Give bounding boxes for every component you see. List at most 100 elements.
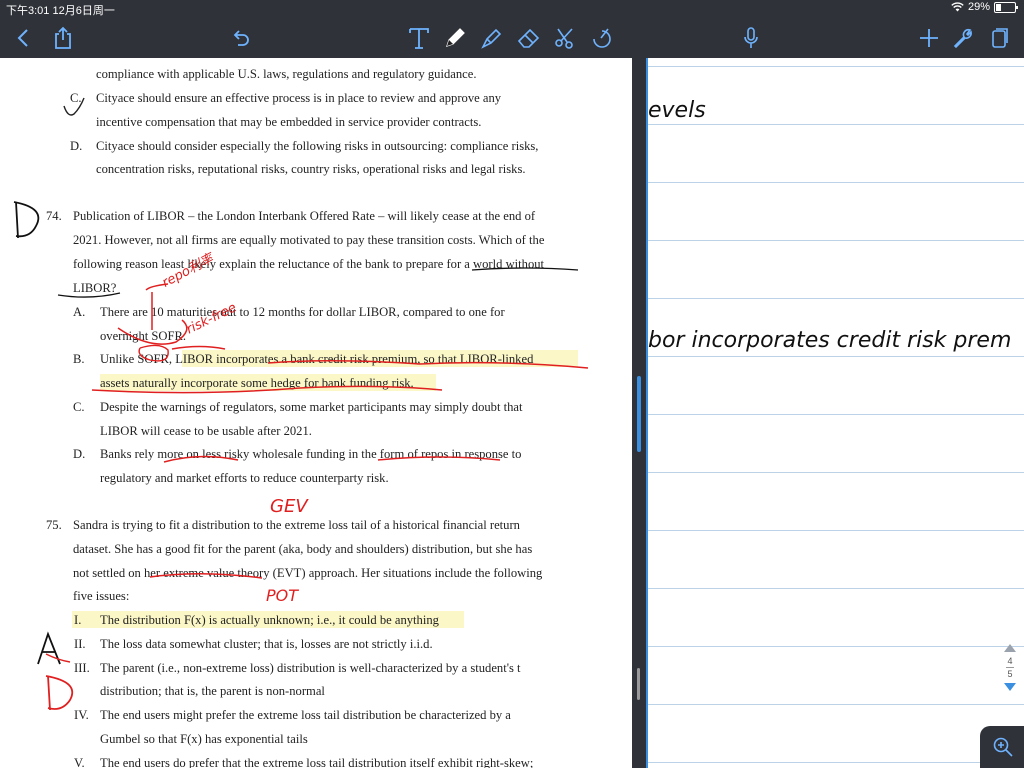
issue-label: V. xyxy=(74,756,85,768)
shape-tool-icon xyxy=(593,28,611,48)
issue-label: IV. xyxy=(74,708,89,722)
doc-line: incentive compensation that may be embed… xyxy=(96,115,482,129)
doc-line: five issues: xyxy=(73,589,130,603)
settings-button[interactable] xyxy=(948,22,978,54)
undo-icon xyxy=(233,30,249,46)
doc-line: The loss data somewhat cluster; that is,… xyxy=(100,637,433,651)
option-label: D. xyxy=(73,447,86,461)
back-button[interactable] xyxy=(9,22,39,54)
doc-line: 2021. However, not all firms are equally… xyxy=(73,233,545,247)
doc-line: There are 10 maturities out to 12 months… xyxy=(100,305,505,319)
pen-tool-button[interactable] xyxy=(440,22,470,54)
add-page-button[interactable] xyxy=(914,22,944,54)
status-indicators: 29% xyxy=(951,1,1018,13)
zoom-in-icon xyxy=(993,737,1013,757)
option-label: C. xyxy=(73,400,85,414)
option-label: B. xyxy=(73,352,85,366)
settings-icon xyxy=(953,28,972,49)
highlighter-icon xyxy=(481,28,502,49)
issue-label: I. xyxy=(74,613,82,627)
eraser-icon xyxy=(517,28,540,48)
doc-line: assets naturally incorporate some hedge … xyxy=(100,376,414,390)
shape-tool-button[interactable] xyxy=(586,22,616,54)
doc-line: Unlike SOFR, LIBOR incorporates a bank c… xyxy=(100,352,534,366)
page-rule xyxy=(648,298,1024,299)
current-page: 4 xyxy=(1007,656,1013,666)
doc-line: Cityace should ensure an effective proce… xyxy=(96,91,502,105)
issue-label: II. xyxy=(74,637,86,651)
handwritten-answer-75b: D xyxy=(46,674,47,675)
share-button[interactable] xyxy=(48,22,78,54)
option-label: A. xyxy=(73,305,86,319)
doc-line: Despite the warnings of regulators, some… xyxy=(100,400,523,414)
page-separator xyxy=(1006,667,1014,668)
doc-line: The parent (i.e., non-extreme loss) dist… xyxy=(100,661,521,675)
share-icon xyxy=(55,26,71,49)
back-icon xyxy=(17,29,28,47)
doc-line: not settled on her extreme value theory … xyxy=(73,566,543,580)
page-rule xyxy=(648,472,1024,473)
divider-handle[interactable] xyxy=(637,668,640,700)
pen-tool-icon xyxy=(446,28,465,47)
total-pages: 5 xyxy=(1007,669,1013,679)
handwritten-answer-75a: A xyxy=(36,632,37,633)
doc-line: overnight SOFR. xyxy=(100,329,187,343)
undo-button[interactable] xyxy=(226,22,256,54)
pdf-document-pane[interactable]: compliance with applicable U.S. laws, re… xyxy=(0,58,632,768)
doc-line: dataset. She has a good fit for the pare… xyxy=(73,542,533,556)
page-rule xyxy=(648,66,1024,67)
text-tool-button[interactable] xyxy=(404,22,434,54)
page-rule xyxy=(648,356,1024,357)
doc-line: regulatory and market efforts to reduce … xyxy=(100,471,389,485)
doc-line: Gumbel so that F(x) has exponential tail… xyxy=(100,732,308,746)
issue-label: III. xyxy=(74,661,90,675)
option-label: C. xyxy=(70,91,82,105)
doc-line: Banks rely more on less risky wholesale … xyxy=(100,447,522,461)
zoom-button[interactable] xyxy=(980,726,1024,768)
battery-icon xyxy=(994,1,1018,13)
option-label: D. xyxy=(70,139,83,153)
battery-percent: 29% xyxy=(967,1,990,13)
doc-line: The end users might prefer the extreme l… xyxy=(100,708,511,722)
page-rule xyxy=(648,588,1024,589)
page-indicator: 4 5 xyxy=(1002,644,1018,691)
text-tool-icon xyxy=(409,28,429,49)
notebook-scrollbar[interactable] xyxy=(637,376,641,452)
next-page-icon[interactable] xyxy=(1004,683,1016,691)
microphone-button[interactable] xyxy=(736,22,766,54)
doc-line: Publication of LIBOR – the London Interb… xyxy=(73,209,536,223)
handwritten-text: bor incorporates credit risk prem xyxy=(648,328,1012,353)
page-rule xyxy=(648,240,1024,241)
previous-page-icon[interactable] xyxy=(1004,644,1016,652)
question-number: 75. xyxy=(46,518,62,532)
handwritten-note-gev: GEV xyxy=(270,496,308,517)
lasso-icon xyxy=(555,28,573,49)
highlighter-tool-button[interactable] xyxy=(477,22,507,54)
page-rule xyxy=(648,182,1024,183)
eraser-tool-button[interactable] xyxy=(514,22,544,54)
page-rule xyxy=(648,646,1024,647)
doc-line: Cityace should consider especially the f… xyxy=(96,139,539,153)
page-rule xyxy=(648,124,1024,125)
add-page-icon xyxy=(920,29,938,47)
doc-line: distribution; that is, the parent is non… xyxy=(100,684,325,698)
doc-line: concentration risks, reputational risks,… xyxy=(96,162,526,176)
page-rule xyxy=(648,414,1024,415)
page-rule xyxy=(648,704,1024,705)
page-rule xyxy=(648,762,1024,763)
notebook-pane[interactable]: evels bor incorporates credit risk prem … xyxy=(646,58,1024,768)
page-view-button[interactable] xyxy=(984,22,1014,54)
handwritten-answer-74: D xyxy=(14,194,15,195)
doc-line: The end users do prefer that the extreme… xyxy=(100,756,534,768)
doc-line: compliance with applicable U.S. laws, re… xyxy=(96,67,477,81)
question-number: 74. xyxy=(46,209,62,223)
lasso-tool-button[interactable] xyxy=(550,22,580,54)
handwritten-text: evels xyxy=(648,98,706,123)
doc-line: Sandra is trying to fit a distribution t… xyxy=(73,518,520,532)
doc-line: LIBOR? xyxy=(73,281,117,295)
doc-line: following reason least likely explain th… xyxy=(73,257,545,271)
page-rule xyxy=(648,530,1024,531)
doc-line: LIBOR will cease to be usable after 2021… xyxy=(100,424,312,438)
page-view-icon xyxy=(992,28,1008,48)
top-toolbar: 下午3:01 12月6日周一 29% xyxy=(0,0,1024,58)
